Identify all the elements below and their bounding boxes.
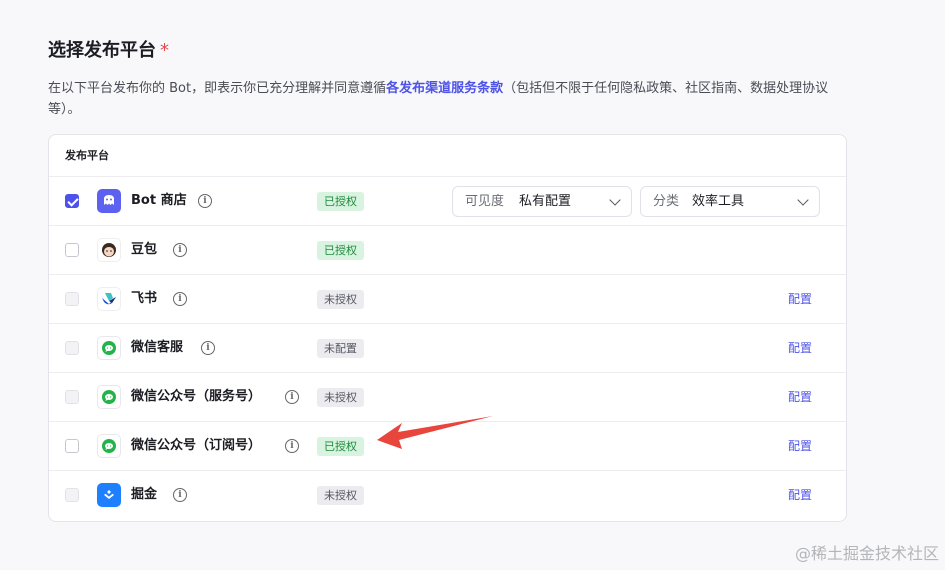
- platform-name: 微信客服: [131, 340, 184, 355]
- platform-row-bot-store: Bot 商店 i 已授权 可见度 私有配置 分类 效率工具: [49, 177, 846, 226]
- section-description: 在以下平台发布你的 Bot，即表示你已充分理解并同意遵循各发布渠道服务条款（包括…: [48, 78, 848, 120]
- platform-name: 飞书: [131, 291, 158, 306]
- chevron-down-icon: [609, 194, 621, 206]
- platform-row-wechat-service: 微信客服 i 未配置 配置: [49, 324, 846, 373]
- platform-row-wechat-official-subscription: 微信公众号（订阅号） i 已授权 配置: [49, 422, 846, 471]
- status-badge: 未配置: [317, 339, 364, 358]
- visibility-label: 可见度: [465, 194, 505, 209]
- section-title-text: 选择发布平台: [48, 40, 156, 61]
- checkbox-wechat-official-service[interactable]: [65, 390, 79, 404]
- configure-link[interactable]: 配置: [788, 471, 812, 519]
- platform-name: 豆包: [131, 242, 158, 257]
- chevron-down-icon: [797, 194, 809, 206]
- platform-name: 微信公众号（订阅号）: [131, 438, 262, 453]
- section-title: 选择发布平台 *: [48, 36, 169, 62]
- checkbox-wechat-official-subscription[interactable]: [65, 439, 79, 453]
- platform-name: 掘金: [131, 487, 158, 502]
- status-badge: 未授权: [317, 388, 364, 407]
- wechat-logo-icon: [97, 336, 121, 360]
- info-icon[interactable]: i: [173, 488, 187, 502]
- category-select[interactable]: 分类 效率工具: [640, 186, 820, 217]
- status-badge: 未授权: [317, 290, 364, 309]
- wechat-logo-icon: [97, 434, 121, 458]
- status-badge: 已授权: [317, 437, 364, 456]
- watermark: @稀土掘金技术社区: [794, 544, 939, 563]
- status-badge: 已授权: [317, 192, 364, 211]
- configure-link[interactable]: 配置: [788, 275, 812, 323]
- visibility-value: 私有配置: [519, 194, 572, 209]
- platform-name: 微信公众号（服务号）: [131, 389, 262, 404]
- juejin-logo-icon: [97, 483, 121, 507]
- platform-name: Bot 商店: [131, 193, 187, 208]
- checkbox-wechat-service[interactable]: [65, 341, 79, 355]
- required-mark: *: [160, 40, 169, 61]
- info-icon[interactable]: i: [198, 194, 212, 208]
- category-label: 分类: [653, 194, 680, 209]
- checkbox-bot-store[interactable]: [65, 194, 79, 208]
- platform-row-feishu: 飞书 i 未授权 配置: [49, 275, 846, 324]
- status-badge: 已授权: [317, 241, 364, 260]
- info-icon[interactable]: i: [173, 292, 187, 306]
- checkbox-feishu[interactable]: [65, 292, 79, 306]
- desc-prefix: 在以下平台发布你的 Bot，即表示你已充分理解并同意遵循: [48, 81, 387, 96]
- category-value: 效率工具: [692, 194, 745, 209]
- info-icon[interactable]: i: [201, 341, 215, 355]
- platform-row-juejin: 掘金 i 未授权 配置: [49, 471, 846, 520]
- info-icon[interactable]: i: [285, 390, 299, 404]
- configure-link[interactable]: 配置: [788, 324, 812, 372]
- wechat-logo-icon: [97, 385, 121, 409]
- feishu-logo-icon: [97, 287, 121, 311]
- platform-row-wechat-official-service: 微信公众号（服务号） i 未授权 配置: [49, 373, 846, 422]
- info-icon[interactable]: i: [173, 243, 187, 257]
- visibility-select[interactable]: 可见度 私有配置: [452, 186, 632, 217]
- checkbox-doubao[interactable]: [65, 243, 79, 257]
- platform-row-doubao: 豆包 i 已授权: [49, 226, 846, 275]
- status-badge: 未授权: [317, 486, 364, 505]
- checkbox-juejin[interactable]: [65, 488, 79, 502]
- configure-link[interactable]: 配置: [788, 422, 812, 470]
- doubao-logo-icon: [97, 238, 121, 262]
- table-header: 发布平台: [49, 135, 846, 177]
- info-icon[interactable]: i: [285, 439, 299, 453]
- bot-store-logo-icon: [97, 189, 121, 213]
- platform-table: 发布平台 Bot 商店 i 已授权 可见度 私有配置 分类 效率工具 豆包 i …: [48, 134, 847, 522]
- configure-link[interactable]: 配置: [788, 373, 812, 421]
- terms-link[interactable]: 各发布渠道服务条款: [386, 81, 503, 96]
